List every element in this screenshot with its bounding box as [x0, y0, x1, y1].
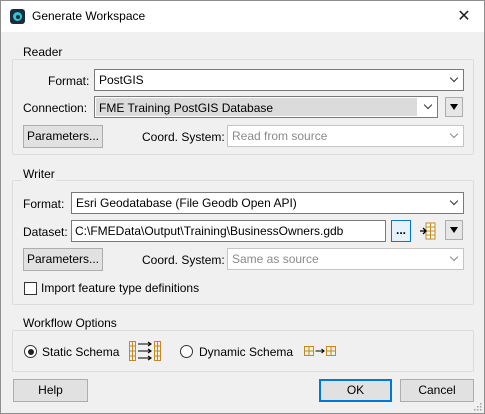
- reader-group-title: Reader: [22, 45, 64, 59]
- resize-grip-icon[interactable]: [472, 401, 482, 411]
- reader-group: Reader Format: PostGIS Connection: FME T…: [12, 45, 474, 155]
- fme-app-icon: [10, 9, 25, 24]
- triangle-down-icon: [450, 227, 458, 233]
- dataset-menu-button[interactable]: [445, 220, 463, 240]
- writer-dataset-label: Dataset:: [23, 225, 68, 239]
- dataset-picker-icon[interactable]: [418, 221, 438, 241]
- static-schema-label: Static Schema: [42, 345, 120, 359]
- writer-group: Writer Format: Esri Geodatabase (File Ge…: [12, 167, 474, 305]
- help-button[interactable]: Help: [13, 379, 88, 402]
- reader-coord-select[interactable]: Read from source: [227, 125, 464, 147]
- reader-format-select[interactable]: PostGIS: [94, 69, 464, 91]
- reader-parameters-button[interactable]: Parameters...: [23, 125, 103, 148]
- title-bar: Generate Workspace ✕: [1, 1, 484, 32]
- writer-coord-select[interactable]: Same as source: [227, 248, 464, 270]
- dynamic-schema-label: Dynamic Schema: [199, 345, 294, 359]
- static-schema-icon: [129, 341, 161, 361]
- chevron-down-icon: [449, 254, 459, 264]
- reader-connection-label: Connection:: [23, 101, 88, 115]
- close-icon[interactable]: ✕: [444, 1, 484, 32]
- connection-menu-button[interactable]: [445, 97, 463, 117]
- writer-coord-label: Coord. System:: [142, 253, 225, 267]
- writer-format-label: Format:: [23, 197, 65, 211]
- workflow-group-title: Workflow Options: [22, 316, 118, 330]
- writer-format-value: Esri Geodatabase (File Geodb Open API): [76, 196, 297, 210]
- generate-workspace-dialog: Generate Workspace ✕ Reader Format: Post…: [0, 0, 485, 414]
- writer-coord-value: Same as source: [232, 252, 319, 266]
- workflow-options-group: Workflow Options Static Schema Dynamic S…: [12, 316, 474, 372]
- writer-dataset-input[interactable]: C:\FMEData\Output\Training\BusinessOwner…: [71, 220, 386, 242]
- reader-coord-value: Read from source: [232, 129, 328, 143]
- reader-format-label: Format:: [48, 74, 90, 88]
- writer-dataset-value: C:\FMEData\Output\Training\BusinessOwner…: [75, 224, 344, 238]
- chevron-down-icon: [449, 131, 459, 141]
- ok-button[interactable]: OK: [319, 379, 392, 402]
- chevron-down-icon: [449, 198, 459, 208]
- import-feature-types-checkbox[interactable]: [24, 282, 37, 295]
- dynamic-schema-icon: [304, 346, 336, 356]
- cancel-button[interactable]: Cancel: [400, 379, 474, 402]
- chevron-down-icon: [449, 75, 459, 85]
- import-feature-types-label: Import feature type definitions: [41, 281, 200, 295]
- triangle-down-icon: [450, 104, 458, 110]
- reader-coord-label: Coord. System:: [142, 130, 225, 144]
- dataset-browse-button[interactable]: ...: [391, 220, 411, 242]
- dynamic-schema-radio[interactable]: [180, 345, 193, 358]
- reader-connection-select[interactable]: FME Training PostGIS Database: [94, 96, 438, 118]
- writer-parameters-button[interactable]: Parameters...: [23, 248, 103, 271]
- writer-group-title: Writer: [22, 167, 56, 181]
- reader-connection-value: FME Training PostGIS Database: [99, 101, 274, 115]
- window-title: Generate Workspace: [32, 9, 146, 23]
- chevron-down-icon: [423, 102, 433, 112]
- static-schema-radio[interactable]: [24, 345, 37, 358]
- reader-format-value: PostGIS: [99, 73, 144, 87]
- writer-format-select[interactable]: Esri Geodatabase (File Geodb Open API): [71, 192, 464, 214]
